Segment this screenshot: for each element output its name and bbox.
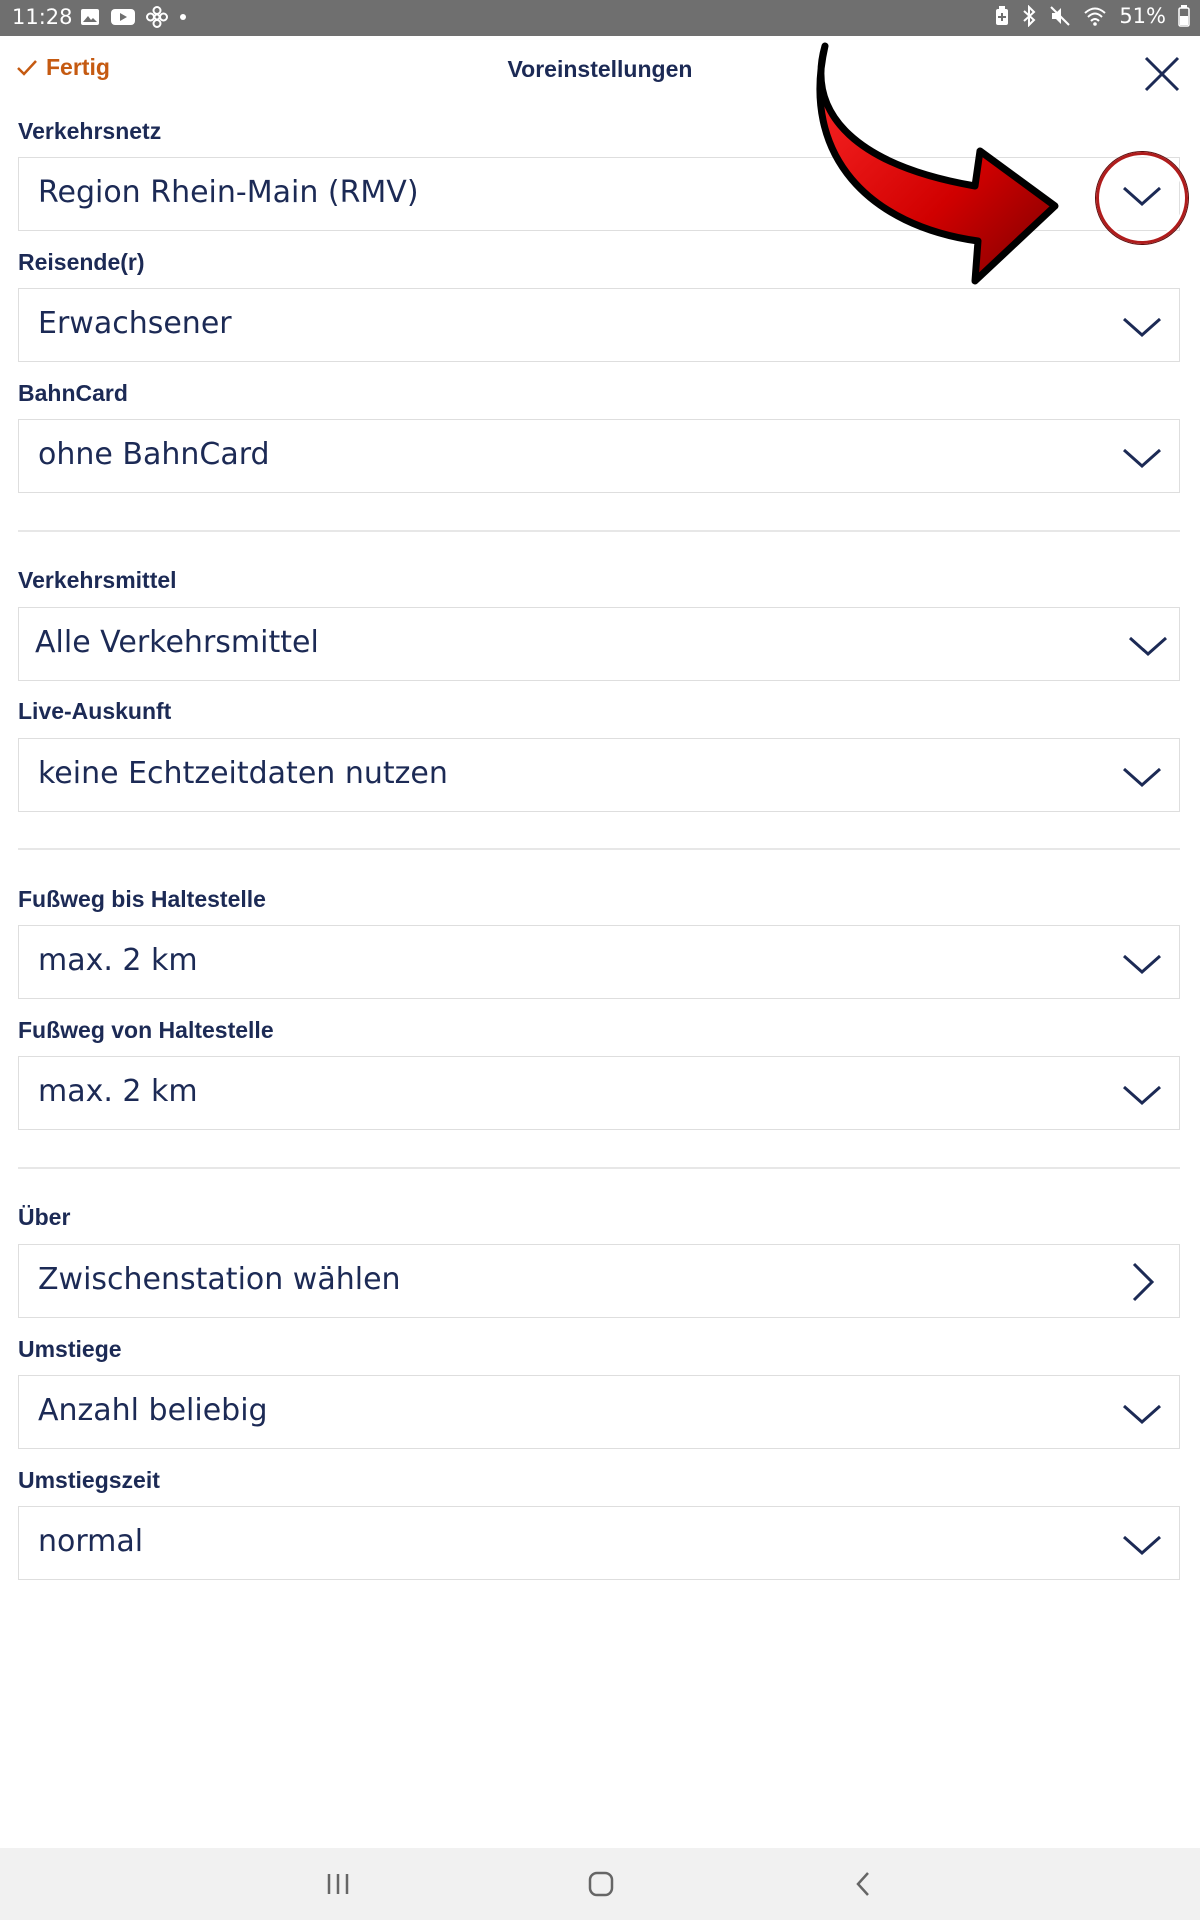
live-auskunft-label: Live-Auskunft (18, 698, 172, 724)
wifi-icon (1084, 7, 1106, 26)
fussweg-bis-label: Fußweg bis Haltestelle (18, 886, 266, 912)
umstiege-select[interactable]: Anzahl beliebig (18, 1375, 1180, 1449)
chevron-down-icon (1129, 636, 1167, 657)
bahncard-label: BahnCard (18, 380, 128, 406)
chevron-right-icon (1132, 1262, 1155, 1302)
bahncard-value: ohne BahnCard (38, 437, 270, 472)
verkehrsnetz-select[interactable]: Region Rhein-Main (RMV) (18, 157, 1180, 231)
verkehrsnetz-label: Verkehrsnetz (18, 118, 162, 144)
ueber-label: Über (18, 1204, 71, 1230)
home-icon[interactable] (579, 1864, 623, 1904)
section-divider (18, 1167, 1180, 1169)
verkehrsnetz-value: Region Rhein-Main (RMV) (38, 175, 419, 210)
status-time: 11:28 (12, 5, 73, 29)
ueber-value: Zwischenstation wählen (38, 1262, 401, 1297)
umstiegszeit-label: Umstiegszeit (18, 1467, 160, 1493)
image-icon (81, 9, 99, 25)
chevron-down-icon (1123, 1404, 1161, 1425)
fussweg-von-value: max. 2 km (38, 1074, 198, 1109)
dot-icon (180, 14, 186, 20)
battery-saver-icon (996, 6, 1009, 25)
reisende-select[interactable]: Erwachsener (18, 288, 1180, 362)
reisende-value: Erwachsener (38, 306, 232, 341)
chevron-down-icon (1123, 954, 1161, 975)
chevron-down-icon (1123, 186, 1161, 207)
ueber-select[interactable]: Zwischenstation wählen (18, 1244, 1180, 1318)
status-bar: 11:28 51% (0, 0, 1200, 36)
recent-apps-icon[interactable] (316, 1864, 360, 1904)
chevron-down-icon (1123, 1085, 1161, 1106)
umstiege-label: Umstiege (18, 1336, 122, 1362)
close-icon[interactable] (1140, 52, 1184, 96)
verkehrsmittel-label: Verkehrsmittel (18, 567, 177, 593)
umstiegszeit-value: normal (38, 1524, 144, 1559)
top-bar: Fertig Voreinstellungen (0, 36, 1200, 106)
page-title: Voreinstellungen (507, 56, 693, 82)
youtube-icon (111, 9, 135, 25)
section-divider (18, 848, 1180, 850)
fan-icon (146, 6, 168, 28)
umstiegszeit-select[interactable]: normal (18, 1506, 1180, 1580)
fussweg-bis-value: max. 2 km (38, 943, 198, 978)
umstiege-value: Anzahl beliebig (38, 1393, 268, 1428)
battery-icon (1178, 5, 1190, 27)
fussweg-von-select[interactable]: max. 2 km (18, 1056, 1180, 1130)
battery-percent: 51% (1119, 4, 1166, 28)
chevron-down-icon (1123, 448, 1161, 469)
section-divider (18, 530, 1180, 532)
back-icon[interactable] (842, 1864, 886, 1904)
bahncard-select[interactable]: ohne BahnCard (18, 419, 1180, 493)
chevron-down-icon (1123, 317, 1161, 338)
system-navigation-bar (0, 1848, 1200, 1920)
verkehrsmittel-value: Alle Verkehrsmittel (35, 625, 319, 660)
reisende-label: Reisende(r) (18, 249, 145, 275)
fussweg-bis-select[interactable]: max. 2 km (18, 925, 1180, 999)
verkehrsmittel-select[interactable]: Alle Verkehrsmittel (18, 607, 1180, 681)
chevron-down-icon (1123, 1535, 1161, 1556)
mute-icon (1050, 6, 1071, 26)
bluetooth-icon (1023, 5, 1036, 27)
fussweg-von-label: Fußweg von Haltestelle (18, 1017, 274, 1043)
chevron-down-icon (1123, 767, 1161, 788)
live-auskunft-select[interactable]: keine Echtzeitdaten nutzen (18, 738, 1180, 812)
live-auskunft-value: keine Echtzeitdaten nutzen (38, 756, 448, 791)
